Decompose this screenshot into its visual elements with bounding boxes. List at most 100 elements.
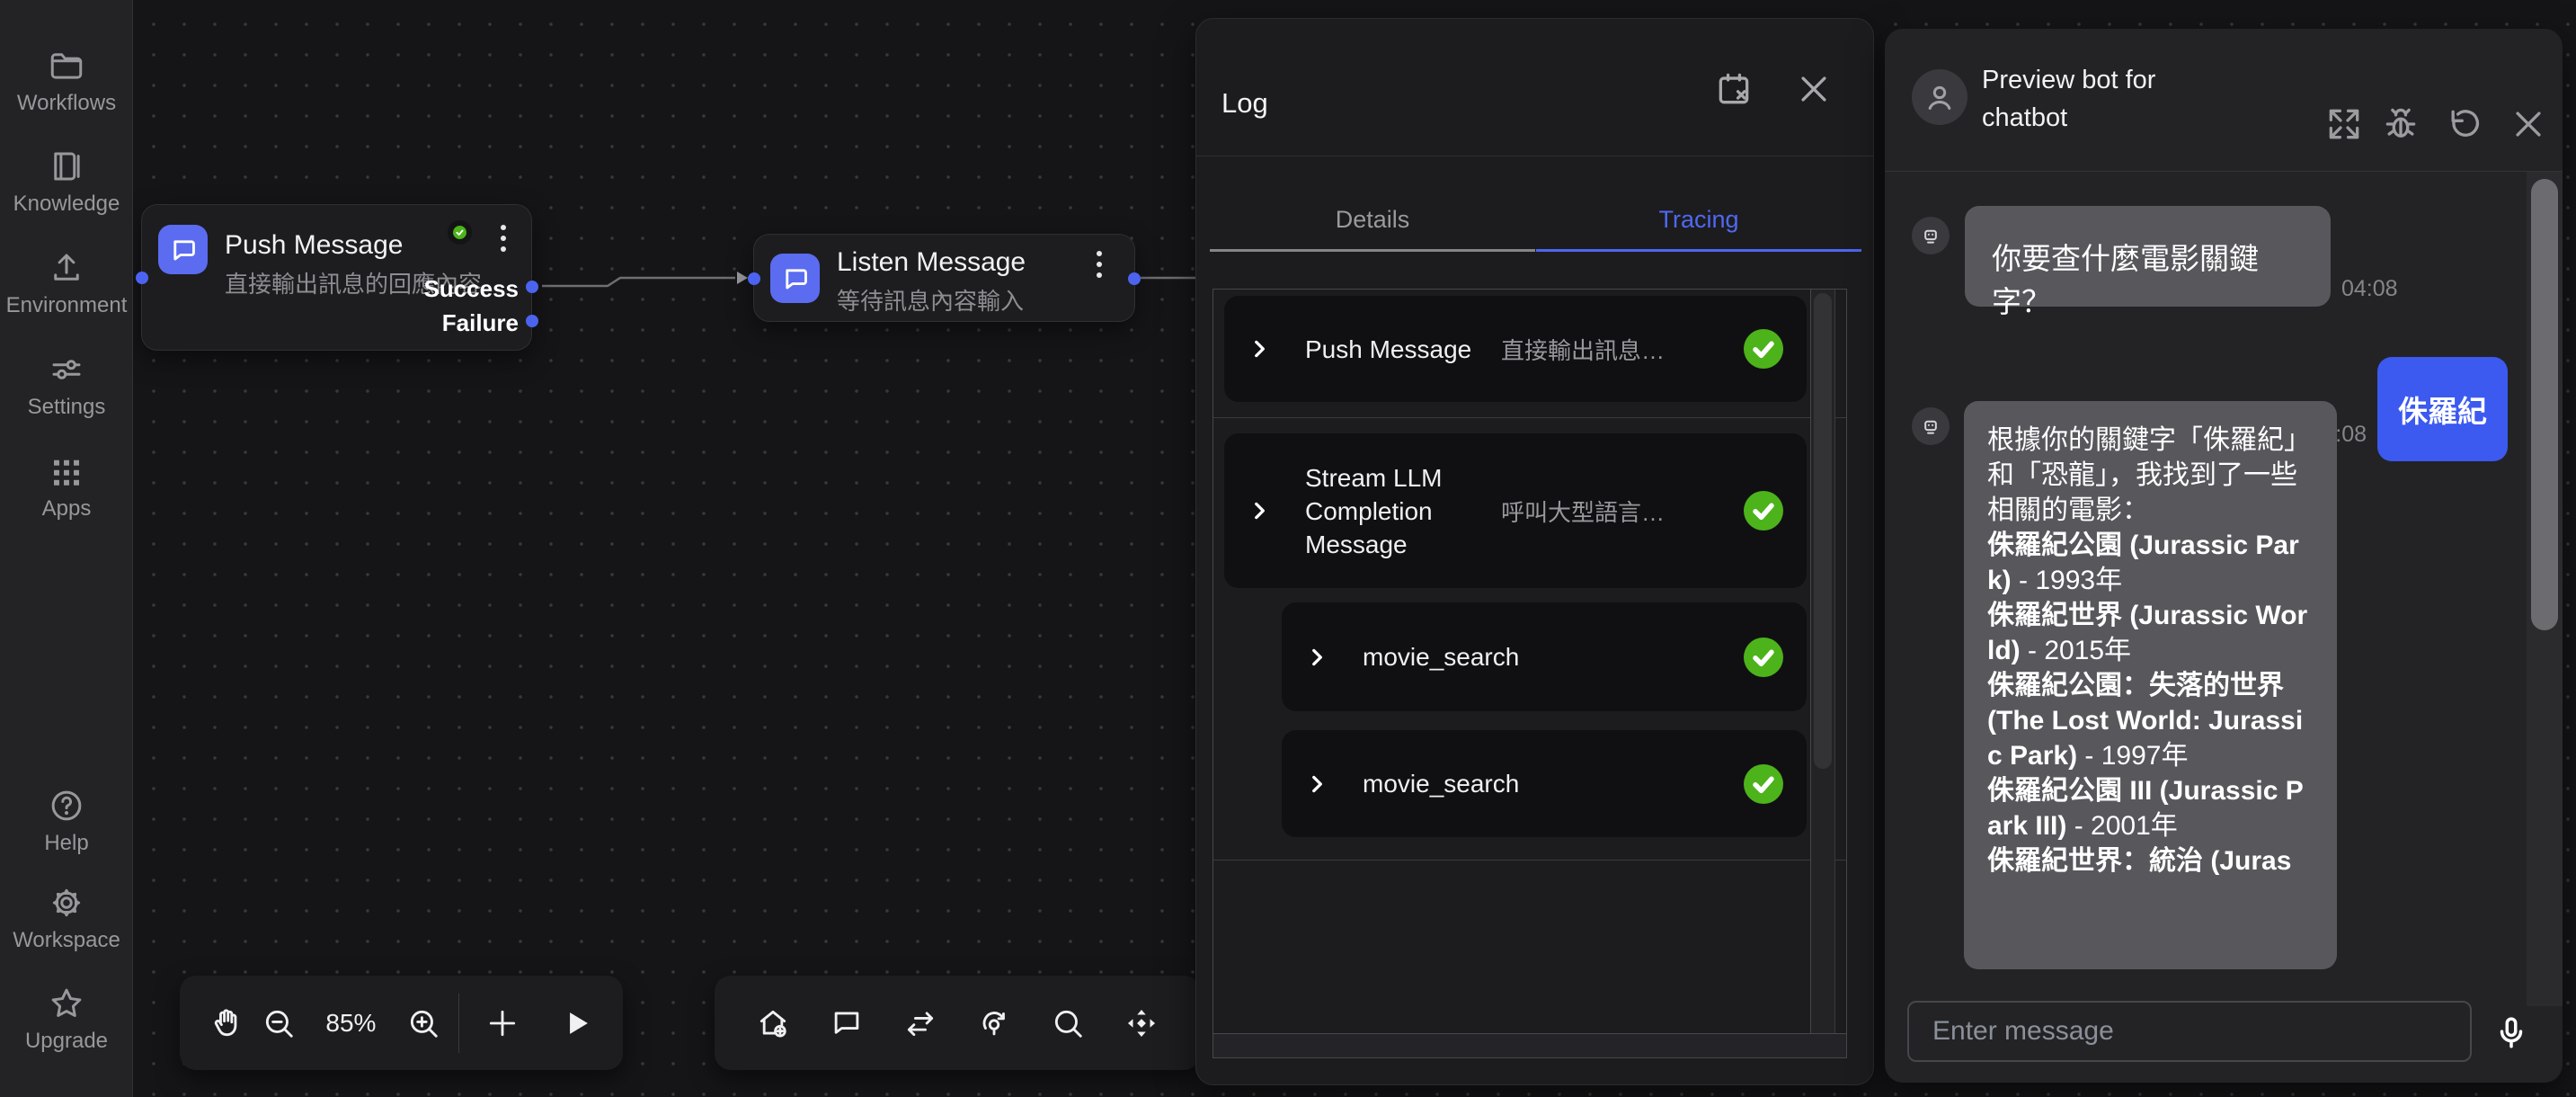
- success-check-icon: [1744, 764, 1783, 804]
- sidebar-item-upgrade[interactable]: Upgrade: [0, 985, 133, 1055]
- trace-row-movie-search-2[interactable]: movie_search: [1282, 730, 1807, 837]
- trace-title: Stream LLM Completion Message: [1305, 461, 1496, 561]
- output-port-failure[interactable]: [526, 315, 538, 327]
- chevron-right-icon[interactable]: [1305, 772, 1328, 796]
- trace-subtitle: 直接輸出訊息…: [1496, 333, 1744, 366]
- trace-horizontal-scrollbar[interactable]: [1213, 1033, 1846, 1057]
- node-push-message[interactable]: Push Message 直接輸出訊息的回應內容 Success Failure: [141, 204, 532, 351]
- output-port[interactable]: [1128, 272, 1141, 285]
- trace-subtitle: 呼叫大型語言…: [1496, 495, 1744, 528]
- log-panel: Log Details Tracing Push Message 直接輸出訊息……: [1195, 18, 1874, 1085]
- trace-row-movie-search-1[interactable]: movie_search: [1282, 602, 1807, 711]
- trace-divider: [1213, 860, 1846, 861]
- close-icon[interactable]: [1794, 69, 1834, 109]
- idea-cycle-icon[interactable]: [974, 1003, 1014, 1043]
- microphone-icon[interactable]: [2492, 1013, 2530, 1051]
- pan-hand-icon[interactable]: [207, 1003, 244, 1043]
- sidebar-item-workflows[interactable]: Workflows: [0, 47, 133, 117]
- sidebar-item-settings[interactable]: Settings: [0, 351, 133, 421]
- message-timestamp: 04:08: [2341, 276, 2398, 302]
- upload-icon: [48, 249, 85, 287]
- sidebar-item-knowledge[interactable]: Knowledge: [0, 147, 133, 218]
- expand-icon[interactable]: [2324, 104, 2364, 144]
- refresh-icon[interactable]: [2445, 104, 2484, 144]
- chat-preview-panel: Preview bot for chatbot 你要查什麼電影關鍵字？ 04:0…: [1885, 29, 2563, 1083]
- tab-details[interactable]: Details: [1210, 206, 1535, 234]
- chat-message-input[interactable]: [1907, 1001, 2472, 1062]
- trace-vertical-scrollbar[interactable]: [1810, 290, 1835, 1033]
- bot-avatar: [1912, 69, 1968, 125]
- sliders-icon: [48, 351, 85, 388]
- folder-icon: [48, 47, 85, 85]
- sidebar-item-workspace[interactable]: Workspace: [0, 884, 133, 954]
- trace-title: movie_search: [1363, 640, 1744, 673]
- search-icon[interactable]: [1048, 1003, 1088, 1043]
- close-icon[interactable]: [2509, 104, 2548, 144]
- app-window: Workflows Knowledge Environment Settings…: [0, 0, 2576, 1097]
- node-title: Listen Message: [837, 247, 1026, 278]
- output-label-failure: Failure: [442, 309, 519, 337]
- log-panel-title: Log: [1221, 87, 1268, 120]
- sidebar-item-apps[interactable]: Apps: [0, 452, 133, 522]
- trace-row-stream-llm[interactable]: Stream LLM Completion Message 呼叫大型語言…: [1224, 433, 1807, 588]
- chat-message-list[interactable]: 你要查什麼電影關鍵字？ 04:08 侏羅紀 04:08 根據你的關鍵字「侏羅紀」…: [1885, 172, 2563, 1006]
- trace-row-push-message[interactable]: Push Message 直接輸出訊息…: [1224, 296, 1807, 402]
- run-workflow-button[interactable]: [559, 1003, 596, 1043]
- chat-bubble-icon[interactable]: [827, 1003, 866, 1043]
- chevron-right-icon[interactable]: [1305, 646, 1328, 669]
- output-label-success: Success: [423, 275, 519, 303]
- zoom-toolbar: 85%: [180, 976, 623, 1070]
- success-badge-icon: [448, 220, 472, 245]
- book-icon: [48, 147, 85, 185]
- swap-arrows-icon[interactable]: [901, 1003, 940, 1043]
- sidebar-item-label: Help: [0, 830, 133, 857]
- sidebar: Workflows Knowledge Environment Settings…: [0, 0, 133, 1097]
- bot-message-bubble: 你要查什麼電影關鍵字？: [1965, 206, 2331, 307]
- grid-dots-icon: [48, 452, 85, 490]
- home-plus-icon[interactable]: [753, 1003, 793, 1043]
- chevron-right-icon[interactable]: [1248, 337, 1271, 361]
- trace-title: Push Message: [1305, 333, 1496, 366]
- scrollbar-thumb[interactable]: [2531, 179, 2558, 630]
- toolbar-divider: [458, 994, 459, 1053]
- sidebar-item-label: Upgrade: [0, 1028, 133, 1055]
- message-node-icon: [770, 254, 820, 303]
- trace-list: Push Message 直接輸出訊息… Stream LLM Completi…: [1212, 289, 1847, 1058]
- node-title: Push Message: [225, 230, 403, 261]
- success-check-icon: [1744, 491, 1783, 531]
- scrollbar-thumb[interactable]: [1814, 293, 1832, 769]
- add-node-button[interactable]: [484, 1003, 521, 1043]
- preview-title: Preview bot for chatbot: [1982, 61, 2207, 137]
- calendar-clear-icon[interactable]: [1714, 69, 1754, 109]
- trace-divider: [1213, 417, 1846, 418]
- input-port[interactable]: [748, 272, 760, 285]
- trace-title: movie_search: [1363, 767, 1744, 800]
- success-check-icon: [1744, 638, 1783, 677]
- zoom-out-icon[interactable]: [260, 1003, 297, 1043]
- node-subtitle: 等待訊息內容輸入: [837, 283, 1024, 317]
- output-port-success[interactable]: [526, 281, 538, 293]
- move-tool-icon[interactable]: [1122, 1003, 1161, 1043]
- success-check-icon: [1744, 329, 1783, 369]
- sidebar-item-help[interactable]: Help: [0, 787, 133, 857]
- node-menu-button[interactable]: [1096, 249, 1103, 280]
- help-circle-icon: [48, 787, 85, 825]
- tab-underline-inactive: [1210, 249, 1535, 252]
- sidebar-item-label: Environment: [0, 292, 133, 319]
- canvas-action-toolbar: [715, 976, 1200, 1070]
- bug-icon[interactable]: [2381, 104, 2421, 144]
- sidebar-item-label: Settings: [0, 394, 133, 421]
- robot-avatar-icon: [1912, 407, 1950, 445]
- node-menu-button[interactable]: [500, 223, 507, 254]
- tab-tracing[interactable]: Tracing: [1536, 206, 1861, 234]
- sidebar-item-label: Apps: [0, 495, 133, 522]
- zoom-in-icon[interactable]: [404, 1003, 441, 1043]
- zoom-level[interactable]: 85%: [313, 1009, 388, 1038]
- chat-scrollbar[interactable]: [2527, 172, 2563, 1006]
- sidebar-item-label: Knowledge: [0, 191, 133, 218]
- sidebar-item-environment[interactable]: Environment: [0, 249, 133, 319]
- sidebar-item-label: Workflows: [0, 90, 133, 117]
- chevron-right-icon[interactable]: [1248, 499, 1271, 522]
- node-listen-message[interactable]: Listen Message 等待訊息內容輸入: [753, 234, 1135, 322]
- input-port[interactable]: [136, 272, 148, 284]
